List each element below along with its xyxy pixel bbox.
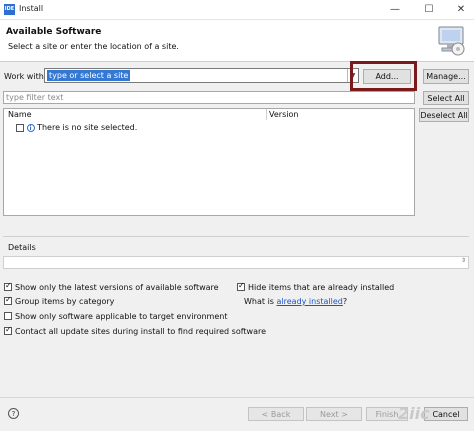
option-group-by-category[interactable]: Group items by category xyxy=(4,295,114,307)
work-with-combo[interactable]: type or select a site ▼ xyxy=(44,68,359,83)
group-by-category-checkbox[interactable] xyxy=(4,295,12,305)
add-button[interactable]: Add... xyxy=(363,69,411,84)
target-environment-checkbox[interactable] xyxy=(4,311,12,320)
already-installed-info: What is already installed? xyxy=(244,297,348,306)
watermark: 2iic xyxy=(398,404,430,423)
install-wizard-icon xyxy=(438,26,465,56)
column-separator[interactable] xyxy=(266,109,267,120)
cancel-button[interactable]: Cancel xyxy=(424,407,468,421)
option-target-environment[interactable]: Show only software applicable to target … xyxy=(4,311,227,322)
page-title: Available Software xyxy=(6,27,102,37)
minimize-button[interactable]: — xyxy=(384,0,406,20)
option-latest-versions[interactable]: Show only the latest versions of availab… xyxy=(4,281,219,293)
already-installed-link[interactable]: already installed xyxy=(277,297,343,306)
filter-input[interactable]: type filter text xyxy=(3,91,415,104)
work-with-value[interactable]: type or select a site xyxy=(47,70,131,81)
software-table[interactable]: Name Version i There is no site selected… xyxy=(3,108,415,216)
column-header-name[interactable]: Name xyxy=(8,109,32,120)
contact-sites-checkbox[interactable] xyxy=(4,325,12,335)
info-icon: i xyxy=(26,123,35,132)
select-all-button[interactable]: Select All xyxy=(423,91,469,105)
row-name: There is no site selected. xyxy=(37,123,138,132)
hide-installed-checkbox[interactable] xyxy=(237,281,245,291)
wizard-header: Available Software Select a site or ente… xyxy=(0,20,474,62)
next-button[interactable]: Next > xyxy=(306,407,362,421)
details-text: ⇕ xyxy=(3,256,469,269)
maximize-button[interactable]: ☐ xyxy=(418,0,440,20)
help-icon[interactable]: ? xyxy=(8,408,19,419)
footer-separator xyxy=(0,397,474,398)
row-checkbox[interactable] xyxy=(16,123,24,132)
table-row[interactable]: i There is no site selected. xyxy=(16,122,137,133)
option-contact-sites[interactable]: Contact all update sites during install … xyxy=(4,325,266,337)
app-icon: IDE xyxy=(4,4,15,15)
back-button[interactable]: < Back xyxy=(248,407,304,421)
deselect-all-button[interactable]: Deselect All xyxy=(419,108,469,122)
work-with-label: Work with: xyxy=(4,72,47,81)
manage-button[interactable]: Manage... xyxy=(423,69,469,84)
latest-versions-checkbox[interactable] xyxy=(4,281,12,291)
scroll-arrows-icon[interactable]: ⇕ xyxy=(461,257,466,264)
page-description: Select a site or enter the location of a… xyxy=(8,42,179,51)
window-title: Install xyxy=(19,4,44,13)
window-titlebar: IDE Install — ☐ ✕ xyxy=(0,0,474,20)
close-button[interactable]: ✕ xyxy=(450,0,472,20)
details-label: Details xyxy=(8,243,36,252)
column-header-version[interactable]: Version xyxy=(269,109,298,120)
option-hide-installed[interactable]: Hide items that are already installed xyxy=(237,281,394,293)
